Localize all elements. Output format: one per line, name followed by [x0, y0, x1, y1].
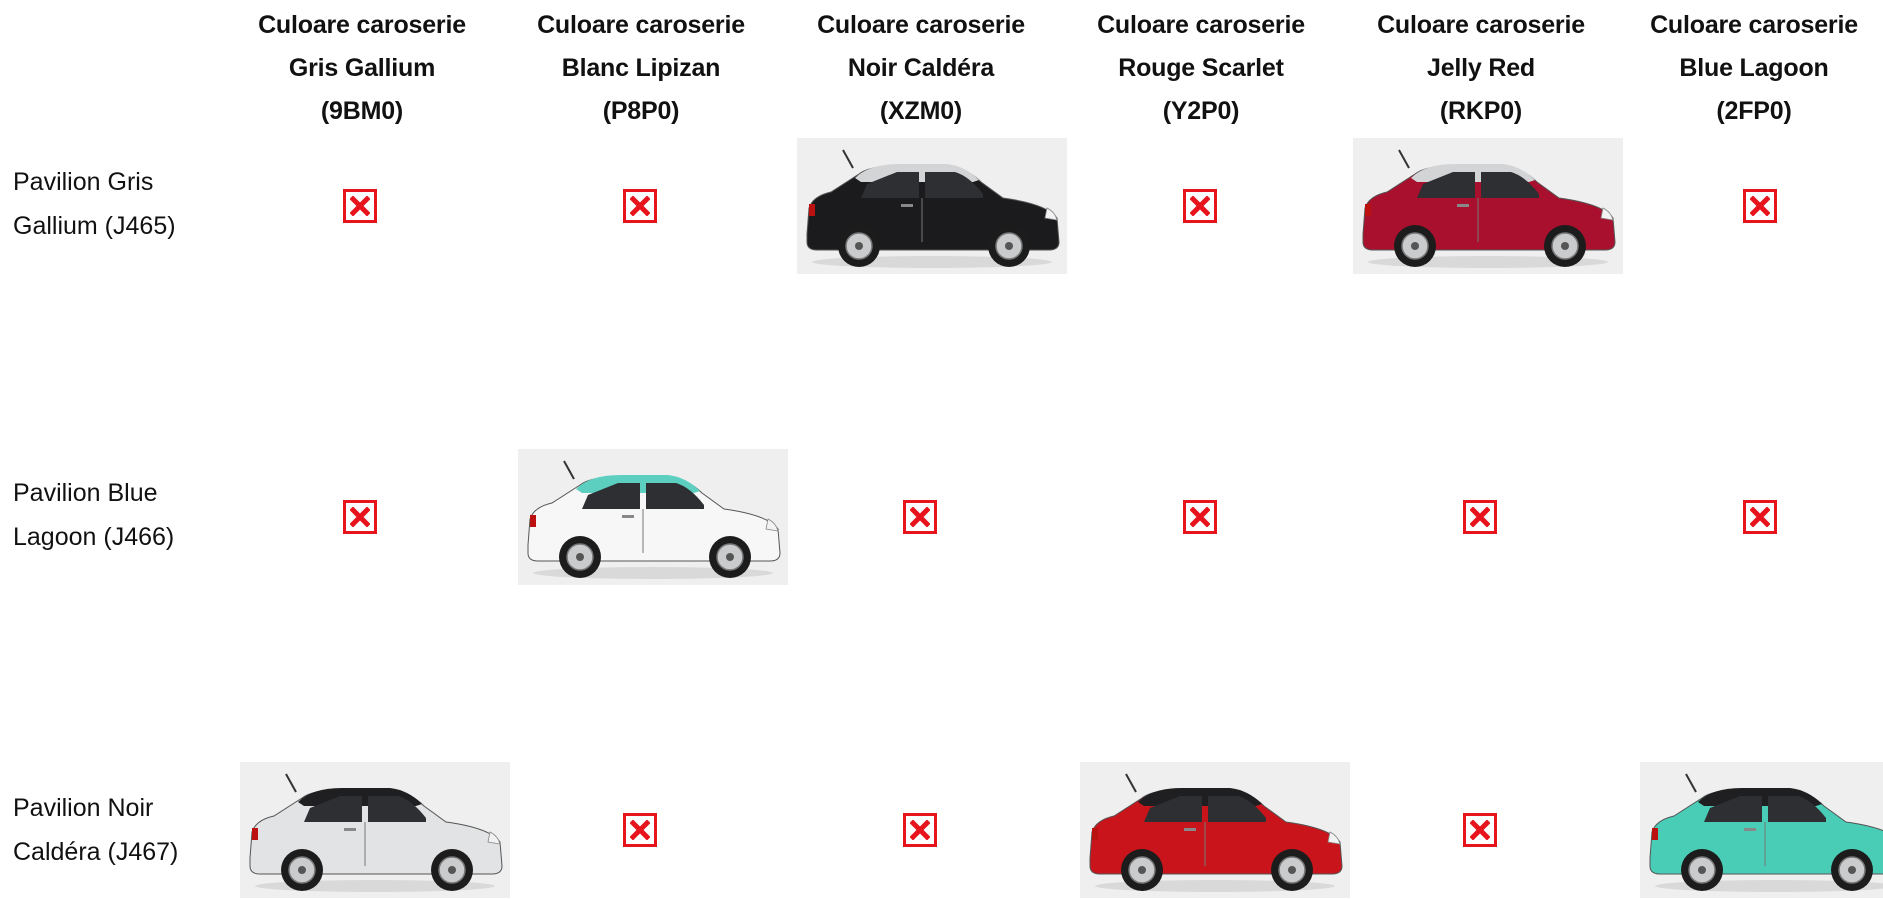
broken-image-icon — [1463, 500, 1497, 534]
broken-image-icon — [343, 500, 377, 534]
broken-image-icon — [903, 813, 937, 847]
broken-image-icon — [1743, 189, 1777, 223]
broken-image-icon — [343, 189, 377, 223]
matrix-cell — [1635, 760, 1883, 900]
broken-image-icon — [1183, 189, 1217, 223]
car-image — [518, 449, 788, 585]
car-image — [797, 138, 1067, 274]
matrix-cell — [780, 760, 1060, 900]
matrix-cell — [235, 760, 515, 900]
matrix-cell — [513, 447, 793, 587]
broken-image-icon — [903, 500, 937, 534]
matrix-cell — [1620, 447, 1883, 587]
broken-image-icon — [623, 189, 657, 223]
column-header-noir-caldera: Culoare caroserie Noir Caldéra (XZM0) — [817, 11, 1025, 125]
row-header-noir-caldera: Pavilion Noir Caldéra (J467) — [13, 794, 179, 866]
matrix-cell — [1620, 136, 1883, 276]
matrix-cell — [1340, 760, 1620, 900]
color-combination-matrix: Culoare caroserie Gris Gallium (9BM0) Cu… — [0, 0, 1883, 898]
row-header-gris-gallium: Pavilion Gris Gallium (J465) — [13, 168, 176, 240]
car-image — [1353, 138, 1623, 274]
row-header-blue-lagoon: Pavilion Blue Lagoon (J466) — [13, 479, 175, 551]
car-image — [1640, 762, 1883, 898]
matrix-cell — [220, 447, 500, 587]
car-image — [1080, 762, 1350, 898]
matrix-cell — [1340, 447, 1620, 587]
column-header-gris-gallium: Culoare caroserie Gris Gallium (9BM0) — [258, 11, 466, 125]
broken-image-icon — [1743, 500, 1777, 534]
matrix-cell — [220, 136, 500, 276]
broken-image-icon — [1183, 500, 1217, 534]
column-header-blue-lagoon: Culoare caroserie Blue Lagoon (2FP0) — [1650, 11, 1858, 125]
matrix-cell — [1348, 136, 1628, 276]
car-image — [240, 762, 510, 898]
matrix-cell — [1075, 760, 1355, 900]
column-header-rouge-scarlet: Culoare caroserie Rouge Scarlet (Y2P0) — [1097, 11, 1305, 125]
column-header-blanc-lipizan: Culoare caroserie Blanc Lipizan (P8P0) — [537, 11, 745, 125]
matrix-cell — [500, 136, 780, 276]
broken-image-icon — [623, 813, 657, 847]
matrix-cell — [1060, 136, 1340, 276]
matrix-cell — [500, 760, 780, 900]
column-header-jelly-red: Culoare caroserie Jelly Red (RKP0) — [1377, 11, 1585, 125]
broken-image-icon — [1463, 813, 1497, 847]
matrix-cell — [1060, 447, 1340, 587]
matrix-cell — [780, 447, 1060, 587]
matrix-cell — [792, 136, 1072, 276]
